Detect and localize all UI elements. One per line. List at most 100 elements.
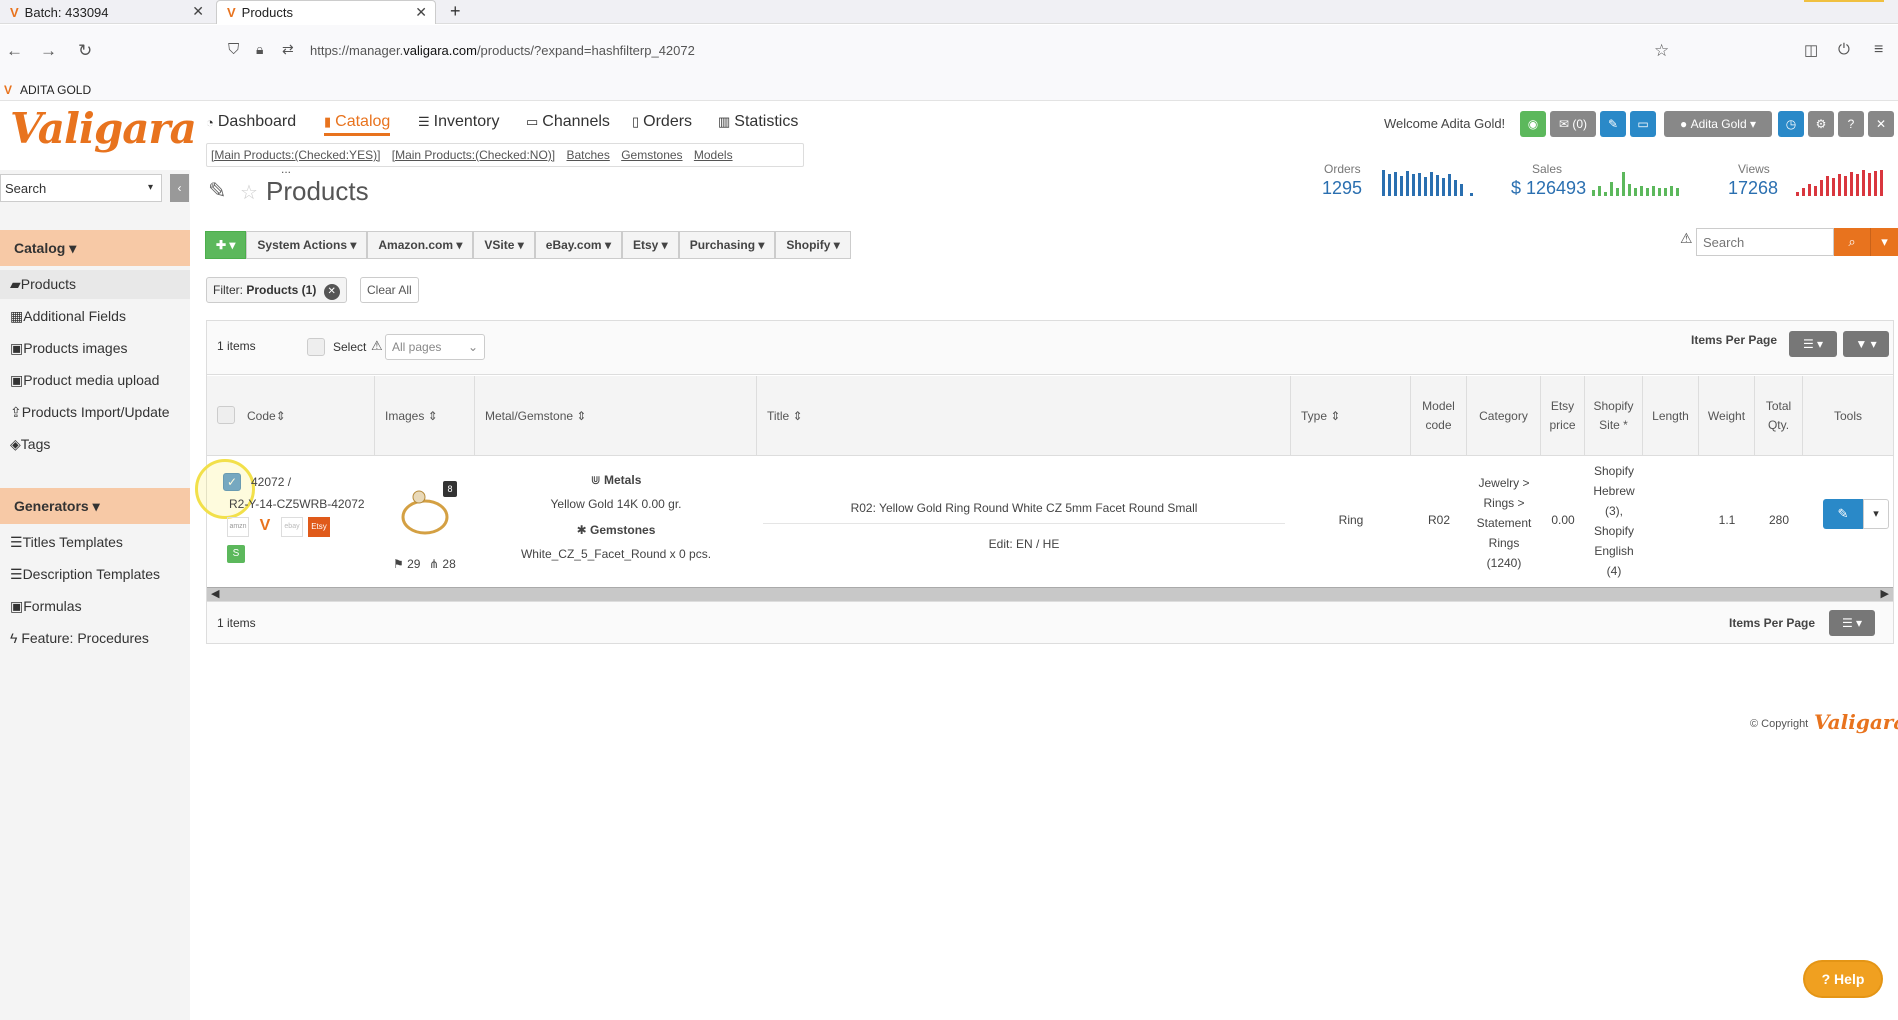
power-icon[interactable]: ⏻ [1838,41,1850,58]
view-list-button[interactable]: ☰ ▾ [1789,331,1837,357]
ebay-channel-icon[interactable]: ebay [281,517,303,537]
help-circle-icon[interactable]: ? [1838,111,1864,137]
col-metal-gemstone[interactable]: Metal/Gemstone ⇕ [475,376,757,456]
link-batches[interactable]: Batches [566,148,609,162]
col-images[interactable]: Images ⇕ [375,376,475,456]
view-list-button-footer[interactable]: ☰ ▾ [1829,610,1875,636]
nav-dashboard[interactable]: ◔ Dashboard [206,113,296,131]
search-button[interactable]: ⌕ [1834,228,1870,256]
menu-icon[interactable]: ≡ [1874,41,1883,59]
product-search-input[interactable] [1696,228,1834,256]
flag-count[interactable]: ⚑ 29 [393,557,420,571]
col-type[interactable]: Type ⇕ [1291,376,1411,456]
select-checkbox[interactable] [307,338,325,356]
scroll-right-icon[interactable]: ▶ [1881,587,1889,600]
col-category[interactable]: Category [1467,376,1541,456]
user-menu-button[interactable]: ● Adita Gold ▾ [1664,111,1772,137]
amazon-channel-icon[interactable]: amzn [227,517,249,537]
url-field[interactable]: https://manager.valigara.com/products/?e… [310,43,695,58]
add-product-button[interactable]: ✚ ▾ [205,231,247,259]
close-icon[interactable]: ✕ [415,4,427,21]
link-more[interactable]: ... [281,162,291,176]
edit-page-icon[interactable]: ✎ [208,178,226,204]
stat-sales-value[interactable]: $ 126493 [1511,178,1586,199]
settings-icon[interactable]: ⚙ [1808,111,1834,137]
clock-icon[interactable]: ◷ [1778,111,1804,137]
sidebar-item-additional-fields[interactable]: ▦Additional Fields [10,308,126,325]
col-length[interactable]: Length [1643,376,1699,456]
bookmark-adita-gold[interactable]: ADITA GOLD [20,83,91,97]
reload-icon[interactable]: ↻ [78,41,92,61]
link-gemstones[interactable]: Gemstones [621,148,682,162]
row-actions-dropdown[interactable]: ▾ [1863,499,1889,529]
edit-product-button[interactable]: ✎ [1823,499,1863,529]
forward-icon[interactable]: → [40,41,57,61]
favorite-star-icon[interactable]: ☆ [240,180,258,205]
eye-icon[interactable]: ◉ [1520,111,1546,137]
col-etsy-price[interactable]: Etsy price [1541,376,1585,456]
purchasing-button[interactable]: Purchasing ▾ [678,231,776,259]
help-button[interactable]: ? Help [1805,962,1881,996]
nav-inventory[interactable]: ☰ Inventory [418,113,499,131]
edit-language-links[interactable]: Edit: EN / HE [757,537,1291,551]
monitor-icon[interactable]: ▭ [1630,111,1656,137]
nav-statistics[interactable]: ▥ Statistics [718,113,798,131]
nav-catalog[interactable]: ▮ Catalog [324,113,391,136]
col-weight[interactable]: Weight [1699,376,1755,456]
etsy-button[interactable]: Etsy ▾ [621,231,679,259]
system-actions-button[interactable]: System Actions ▾ [246,231,368,259]
col-shopify-site[interactable]: Shopify Site * [1585,376,1643,456]
back-icon[interactable]: ← [6,41,23,61]
nav-channels[interactable]: ▭ Channels [526,113,610,131]
product-code-line2[interactable]: R2-Y-14-CZ5WRB-42072 [229,497,365,511]
amazon-button[interactable]: Amazon.com ▾ [367,231,474,259]
messages-button[interactable]: ✉ (0) [1550,111,1596,137]
ebay-button[interactable]: eBay.com ▾ [534,231,622,259]
browser-tab-products[interactable]: V Products ✕ [216,0,436,24]
stat-views-value[interactable]: 17268 [1728,178,1778,199]
product-title[interactable]: R02: Yellow Gold Ring Round White CZ 5mm… [757,501,1291,515]
vsite-button[interactable]: VSite ▾ [473,231,535,259]
footer-logo[interactable]: Valigara [1814,710,1898,734]
search-options-button[interactable]: ▾ [1870,228,1898,256]
scroll-left-icon[interactable]: ◀ [211,587,219,600]
horizontal-scrollbar[interactable]: ◀ ▶ [207,587,1893,601]
sidebar-item-products-images[interactable]: ▣Products images [10,340,128,357]
chevron-down-icon[interactable]: ▾ [148,182,153,193]
sidebar-search-input[interactable] [0,174,162,202]
table-row[interactable]: ✓ 42072 / R2-Y-14-CZ5WRB-42072 amzn V eb… [195,457,1893,587]
shield-icon[interactable]: ⛉ [228,41,239,58]
variants-count[interactable]: ⋔ 28 [429,557,456,571]
remove-filter-icon[interactable]: ✕ [323,284,340,300]
col-title[interactable]: Title ⇕ [757,376,1291,456]
pencil-icon[interactable]: ✎ [1600,111,1626,137]
sidebar-item-titles-templates[interactable]: ☰Titles Templates [10,534,123,551]
etsy-channel-icon[interactable]: Etsy [308,517,330,537]
pocket-icon[interactable]: ◫ [1804,41,1818,59]
column-filter-button[interactable]: ▼ ▾ [1843,331,1889,357]
stat-orders-value[interactable]: 1295 [1322,178,1362,199]
browser-tab-batch[interactable]: V Batch: 433094 ✕ [0,0,212,24]
link-main-products-checked-yes[interactable]: [Main Products:(Checked:YES)] [211,148,380,162]
col-model-code[interactable]: Model code [1411,376,1467,456]
bookmark-star-icon[interactable]: ☆ [1654,41,1669,61]
new-tab-icon[interactable]: + [450,1,461,22]
link-main-products-checked-no[interactable]: [Main Products:(Checked:NO)] [392,148,555,162]
valigara-channel-icon[interactable]: V [254,517,276,537]
sidebar-head-generators[interactable]: Generators ▾ [0,488,190,524]
sidebar-head-catalog[interactable]: Catalog ▾ [0,230,190,266]
tools-icon[interactable]: ✕ [1868,111,1894,137]
shopify-button[interactable]: Shopify ▾ [775,231,851,259]
col-total-qty[interactable]: Total Qty. [1755,376,1803,456]
sidebar-item-description-templates[interactable]: ☰Description Templates [10,566,160,583]
lock-icon[interactable]: 🔒︎ [256,41,263,58]
valigara-logo[interactable]: Valigara [10,104,197,153]
window-controls[interactable] [1804,0,1884,2]
pages-select[interactable]: All pages ⌄ [385,334,485,360]
nav-orders[interactable]: ▯ Orders [632,113,692,131]
permissions-icon[interactable]: ⇄ [282,41,294,58]
sidebar-item-feature-procedures[interactable]: ϟ Feature: Procedures [10,630,149,646]
sidebar-item-products[interactable]: ▰Products [0,270,190,299]
link-models[interactable]: Models [694,148,733,162]
sidebar-item-product-media-upload[interactable]: ▣Product media upload [10,372,159,389]
